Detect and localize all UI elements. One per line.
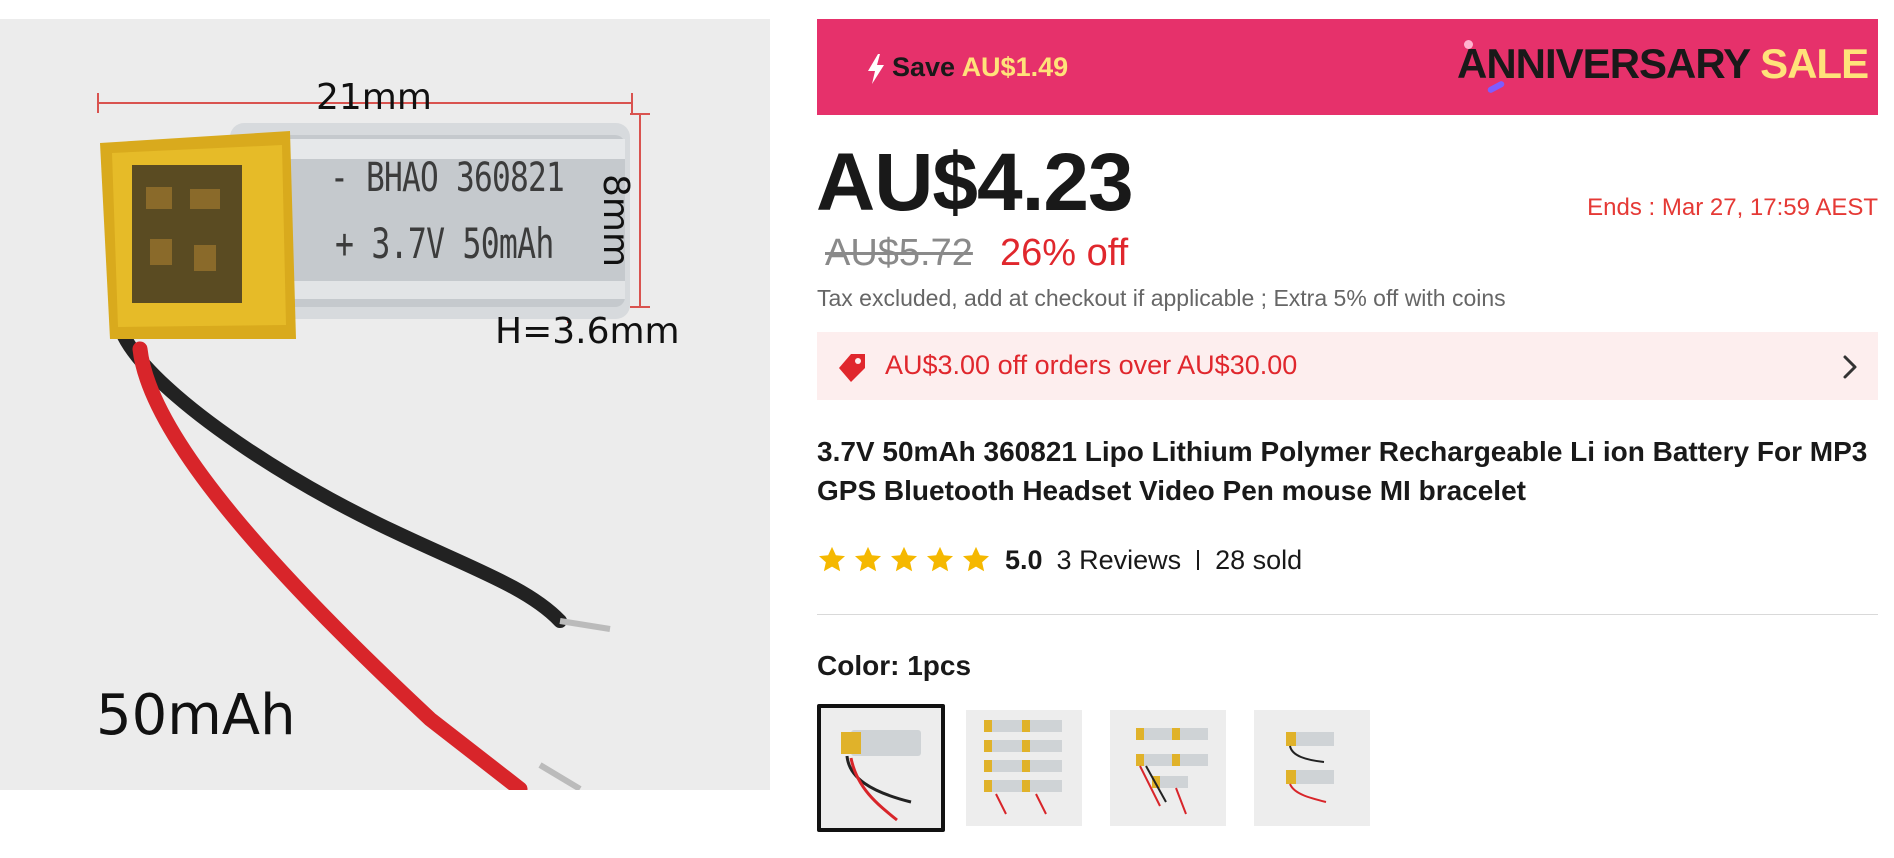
- current-price: AU$4.23: [816, 137, 1134, 228]
- variant-thumbnail: [1110, 710, 1226, 826]
- variant-thumbnail: [966, 710, 1082, 826]
- variant-label: Color: 1pcs: [817, 650, 972, 681]
- dimension-width-label: 21mm: [316, 77, 432, 118]
- rating-value: 5.0: [1005, 544, 1043, 575]
- variant-option-3[interactable]: [1110, 710, 1226, 826]
- star-icon: [819, 546, 845, 572]
- anniversary-sale-logo: ANNIVERSARY SALE: [1457, 40, 1869, 88]
- star-icon: [891, 546, 917, 572]
- chevron-right-icon: [1843, 355, 1857, 379]
- tax-note: Tax excluded, add at checkout if applica…: [817, 285, 1506, 311]
- battery-print-line2: + 3.7V 50mAh: [335, 219, 554, 268]
- star-icon: [927, 546, 953, 572]
- variant-thumbnail: [1254, 710, 1370, 826]
- capacity-label: 50mAh: [96, 683, 296, 748]
- battery-print-line1: - BHAO 360821: [330, 155, 565, 201]
- dimension-height-label: 8mm: [595, 174, 636, 268]
- sale-word: SALE: [1760, 40, 1869, 87]
- rating-row: 5.0 3 Reviews 28 sold: [817, 540, 1302, 580]
- variant-option-2[interactable]: [966, 710, 1082, 826]
- save-amount: AU$1.49: [961, 52, 1069, 82]
- star-icon: [855, 546, 881, 572]
- sale-end-time: Ends : Mar 27, 17:59 AEST: [1587, 194, 1878, 221]
- variant-option-1pcs[interactable]: [817, 704, 945, 832]
- divider: [817, 614, 1878, 615]
- save-prefix: Save: [892, 52, 956, 82]
- main-product-image[interactable]: - BHAO 360821 + 3.7V 50mAh 21mm 8mm H=3.…: [0, 19, 770, 790]
- reviews-link[interactable]: 3 Reviews: [1057, 545, 1182, 576]
- star-icon: [963, 546, 989, 572]
- logo-dot-decoration: [1464, 40, 1473, 49]
- price-tag-icon: [839, 354, 865, 382]
- discount-percent: 26% off: [1000, 232, 1129, 274]
- variant-thumbnail: [821, 708, 941, 828]
- original-price: AU$5.72: [825, 232, 973, 274]
- save-amount-text: Save AU$1.49: [892, 52, 1068, 83]
- coupon-text: AU$3.00 off orders over AU$30.00: [885, 350, 1298, 380]
- separator: [1197, 550, 1200, 570]
- variant-option-4[interactable]: [1254, 710, 1370, 826]
- lightning-icon: [868, 54, 884, 84]
- dimension-thickness-label: H=3.6mm: [495, 311, 680, 352]
- product-title: 3.7V 50mAh 360821 Lipo Lithium Polymer R…: [817, 436, 1868, 506]
- sold-count: 28 sold: [1215, 544, 1303, 575]
- star-rating: [817, 545, 991, 575]
- battery-photo: [0, 19, 770, 790]
- coupon-offer-row[interactable]: AU$3.00 off orders over AU$30.00: [817, 332, 1878, 400]
